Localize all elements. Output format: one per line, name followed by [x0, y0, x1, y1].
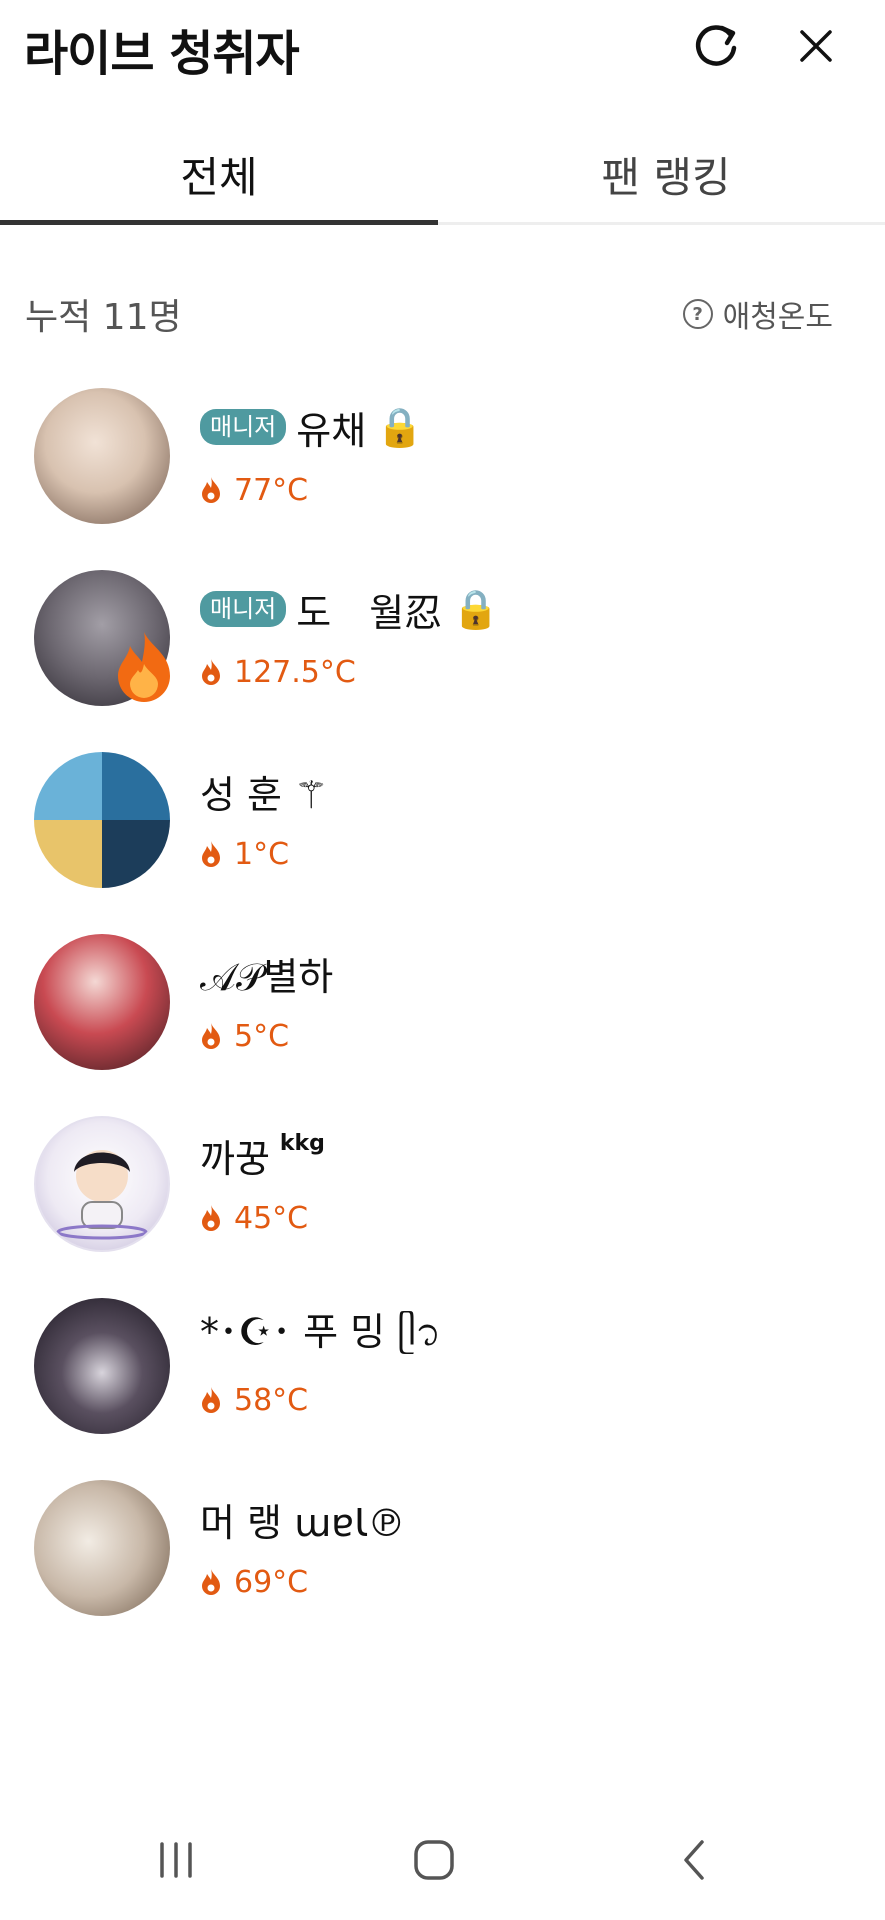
list-item[interactable]: 매니저 도 월忍 🔒 127.5°C: [0, 562, 885, 712]
listener-name: 유채: [296, 408, 367, 453]
home-icon: [414, 1840, 454, 1880]
back-button[interactable]: [654, 1830, 734, 1890]
active-tab-indicator: [0, 220, 438, 225]
tab-all[interactable]: 전체: [0, 128, 438, 220]
temperature: 1°C: [234, 836, 290, 872]
recents-button[interactable]: [136, 1830, 216, 1890]
list-item[interactable]: 𝒜𝒫별하 5°C: [0, 926, 885, 1076]
refresh-button[interactable]: [686, 16, 746, 76]
name-superscript: kkg: [279, 1130, 325, 1156]
list-item[interactable]: 성 훈 ⚚ 1°C: [0, 744, 885, 894]
listener-name: 도 월忍: [296, 590, 443, 635]
flame-icon: [202, 1023, 220, 1049]
avatar: [34, 1116, 170, 1252]
flame-icon: [202, 1205, 220, 1231]
manager-badge: 매니저: [200, 409, 287, 445]
temperature: 5°C: [234, 1018, 290, 1054]
summary-row: 누적 11명 ? 애청온도: [0, 282, 885, 338]
list-item[interactable]: 까꿍 kkg 45°C: [0, 1108, 885, 1258]
listener-name: 머 랭 ɯɐꙆ℗: [200, 1500, 406, 1545]
avatar: [34, 1480, 170, 1616]
listener-name: 까꿍: [200, 1136, 270, 1181]
flame-icon: [202, 1387, 220, 1413]
listener-name: *･☪︎･ 푸 밍 ᥫ᭡: [200, 1310, 442, 1354]
affection-temperature-help[interactable]: ? 애청온도: [682, 292, 833, 336]
manager-badge: 매니저: [200, 591, 287, 627]
home-button[interactable]: [394, 1830, 474, 1890]
listener-name: 성 훈 ⚚: [200, 772, 329, 817]
tab-fan-ranking[interactable]: 팬 랭킹: [447, 128, 885, 220]
chibi-avatar-image: [56, 1150, 148, 1240]
system-navigation-bar: [0, 1800, 885, 1920]
close-button[interactable]: [786, 16, 846, 76]
flame-icon: [202, 659, 220, 685]
tab-divider: [438, 222, 885, 225]
lock-icon: 🔒: [376, 404, 424, 449]
avatar: [34, 934, 170, 1070]
close-icon: [800, 30, 832, 62]
temperature: 127.5°C: [234, 654, 356, 690]
fire-badge-icon: [118, 632, 170, 702]
live-listeners-page: 라이브 청취자 전체 팬 랭킹 누적 11명 ? 애청온도 매니저 유채 🔒 7…: [0, 0, 885, 1920]
list-item[interactable]: *･☪︎･ 푸 밍 ᥫ᭡ 58°C: [0, 1290, 885, 1440]
avatar: [34, 752, 170, 888]
refresh-icon: [695, 25, 737, 66]
flame-icon: [202, 841, 220, 867]
list-item[interactable]: 매니저 유채 🔒 77°C: [0, 380, 885, 530]
temperature: 58°C: [234, 1382, 309, 1418]
avatar: [34, 1298, 170, 1434]
flame-icon: [202, 477, 220, 503]
flame-icon: [202, 1569, 220, 1595]
listener-count: 누적 11명: [25, 297, 182, 338]
help-label: 애청온도: [722, 300, 833, 335]
list-item[interactable]: 머 랭 ɯɐꙆ℗ 69°C: [0, 1472, 885, 1622]
avatar: [34, 388, 170, 524]
page-title: 라이브 청취자: [24, 26, 300, 82]
recents-icon: [160, 1842, 192, 1878]
listener-name: 𝒜𝒫별하: [200, 954, 334, 999]
temperature: 69°C: [234, 1564, 309, 1600]
lock-icon: 🔒: [452, 586, 500, 631]
back-icon: [684, 1840, 704, 1880]
header: 라이브 청취자: [0, 0, 885, 96]
temperature: 45°C: [234, 1200, 309, 1236]
question-icon: ?: [682, 299, 713, 329]
tab-bar: 전체 팬 랭킹: [0, 128, 885, 226]
temperature: 77°C: [234, 472, 309, 508]
